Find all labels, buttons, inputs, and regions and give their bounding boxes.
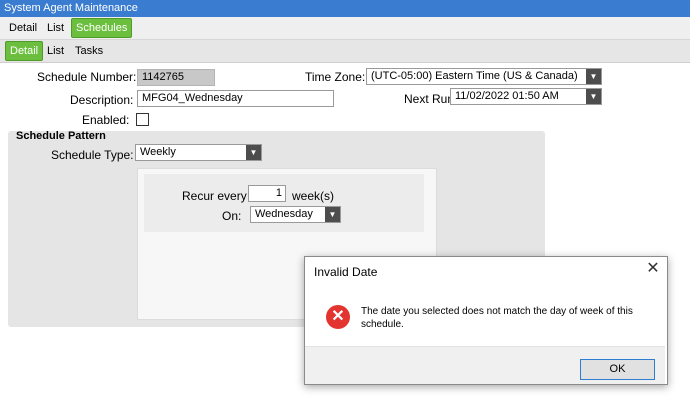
schedule-number-field: 1142765 bbox=[137, 69, 215, 86]
schedule-type-dropdown[interactable]: Weekly ▼ bbox=[135, 144, 262, 161]
next-run-field[interactable]: 11/02/2022 01:50 AM ▼ bbox=[450, 88, 602, 105]
invalid-date-dialog: Invalid Date ✕ ✕ The date you selected d… bbox=[304, 256, 668, 385]
sub-tab-bar: Detail List Tasks bbox=[0, 40, 690, 63]
dialog-footer: OK bbox=[305, 346, 665, 384]
description-label: Description: bbox=[70, 93, 134, 107]
recur-every-input[interactable]: 1 bbox=[248, 185, 286, 202]
subtab-detail[interactable]: Detail bbox=[5, 41, 44, 61]
enabled-label: Enabled: bbox=[82, 113, 130, 127]
enabled-checkbox[interactable] bbox=[136, 113, 149, 126]
error-icon: ✕ bbox=[326, 305, 350, 329]
ok-button[interactable]: OK bbox=[580, 359, 655, 380]
schedule-type-label: Schedule Type: bbox=[51, 148, 134, 162]
recurrence-panel bbox=[144, 174, 424, 232]
recur-unit-label: week(s) bbox=[292, 189, 335, 203]
recur-every-label: Recur every bbox=[182, 189, 247, 203]
tab-list[interactable]: List bbox=[47, 20, 64, 36]
subtab-tasks[interactable]: Tasks bbox=[75, 43, 103, 59]
timezone-label: Time Zone: bbox=[305, 70, 366, 84]
schedule-number-label: Schedule Number: bbox=[37, 70, 137, 84]
next-run-label: Next Run bbox=[404, 92, 455, 106]
timezone-dropdown[interactable]: (UTC-05:00) Eastern Time (US & Canada) ▼ bbox=[366, 68, 602, 85]
weekday-value: Wednesday bbox=[255, 208, 313, 220]
chevron-down-icon[interactable]: ▼ bbox=[246, 145, 261, 160]
tab-schedules[interactable]: Schedules bbox=[71, 18, 133, 38]
next-run-value: 11/02/2022 01:50 AM bbox=[455, 90, 559, 102]
weekday-dropdown[interactable]: Wednesday ▼ bbox=[250, 206, 341, 223]
chevron-down-icon[interactable]: ▼ bbox=[325, 207, 340, 222]
dialog-message: The date you selected does not match the… bbox=[361, 306, 633, 330]
subtab-list[interactable]: List bbox=[47, 43, 64, 59]
chevron-down-icon[interactable]: ▼ bbox=[586, 69, 601, 84]
dialog-title: Invalid Date bbox=[314, 265, 378, 279]
timezone-value: (UTC-05:00) Eastern Time (US & Canada) bbox=[371, 70, 578, 82]
close-icon[interactable]: ✕ bbox=[645, 261, 661, 277]
main-tab-bar: Detail List Schedules bbox=[0, 17, 690, 40]
window-title: System Agent Maintenance bbox=[0, 0, 690, 17]
tab-detail[interactable]: Detail bbox=[9, 20, 37, 36]
schedule-pattern-title: Schedule Pattern bbox=[16, 130, 106, 142]
chevron-down-icon[interactable]: ▼ bbox=[586, 89, 601, 104]
schedule-type-value: Weekly bbox=[140, 146, 176, 158]
on-label: On: bbox=[222, 209, 242, 223]
description-field[interactable]: MFG04_Wednesday bbox=[137, 90, 334, 107]
